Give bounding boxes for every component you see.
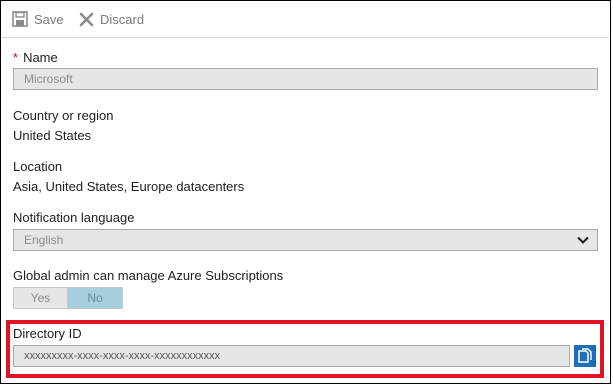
name-value: Microsoft [24,72,73,86]
directory-id-value: xxxxxxxxx-xxxx-xxxx-xxxx-xxxxxxxxxxxx [24,350,221,362]
name-label: * Name [13,50,58,65]
country-label: Country or region [13,108,114,123]
required-marker: * [13,50,19,65]
discard-button[interactable]: Discard [79,1,144,37]
directory-id-field[interactable]: xxxxxxxxx-xxxx-xxxx-xxxx-xxxxxxxxxxxx [13,345,570,367]
chevron-down-icon [577,236,589,244]
country-value: United States [13,128,92,143]
directory-id-label: Directory ID [13,326,82,341]
toolbar: Save Discard [1,1,609,38]
name-label-text: Name [23,50,58,65]
notification-language-label: Notification language [13,210,135,225]
save-icon [12,11,28,27]
discard-label: Discard [100,11,145,27]
location-value: Asia, United States, Europe datacenters [13,179,245,194]
save-button[interactable]: Save [12,1,64,37]
copy-button[interactable] [574,345,596,367]
notification-language-select[interactable]: English [13,229,598,251]
toggle-no-option[interactable]: No [68,287,123,309]
global-admin-toggle: Yes No [13,287,123,309]
name-field[interactable]: Microsoft [13,68,598,90]
notification-language-value: English [24,233,64,247]
save-label: Save [34,11,64,27]
toggle-yes-option[interactable]: Yes [13,287,68,309]
copy-icon [578,348,592,363]
close-icon [79,12,94,26]
location-label: Location [13,159,63,174]
global-admin-label: Global admin can manage Azure Subscripti… [13,268,284,283]
